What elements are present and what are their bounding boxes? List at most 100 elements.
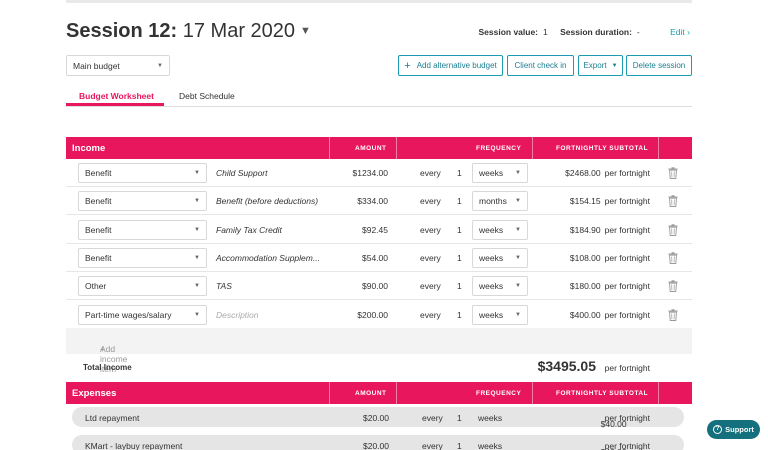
every-label: every	[422, 441, 443, 450]
income-row: Benefit ▼ Accommodation Supplem... $54.00 ev…	[66, 244, 692, 272]
income-title: Income	[72, 143, 106, 154]
expense-row[interactable]: KMart - laybuy repayment $20.00 every 1 week…	[72, 435, 684, 450]
session-value: 1	[543, 27, 548, 37]
income-amount-input[interactable]: $334.00	[357, 196, 388, 206]
income-description-input[interactable]: Description	[216, 310, 259, 320]
frequency-count-input[interactable]: 1	[457, 310, 462, 320]
frequency-value: weeks	[479, 168, 504, 178]
add-alternative-budget-button[interactable]: + Add alternative budget	[398, 55, 503, 76]
income-type-select[interactable]: Benefit ▼	[78, 163, 207, 183]
total-income-row: Total Income $3495.05 per fortnight	[66, 354, 692, 381]
chevron-down-icon: ▼	[194, 311, 200, 318]
expense-row[interactable]: Ltd repayment $20.00 every 1 weeks $40.00 per …	[72, 407, 684, 429]
frequency-column-header: FREQUENCY	[476, 145, 522, 152]
chevron-down-icon: ▼	[515, 311, 521, 318]
frequency-column-header: FREQUENCY	[476, 390, 522, 397]
frequency-value: weeks	[479, 309, 504, 320]
trash-icon[interactable]	[668, 195, 678, 208]
expense-amount: $20.00	[363, 441, 389, 450]
frequency-value: months	[479, 196, 507, 207]
chevron-down-icon[interactable]: ▼	[300, 25, 311, 37]
session-value-label: Session value:	[478, 27, 539, 37]
add-income-item-button[interactable]: + Add income item	[66, 328, 692, 374]
fortnightly-subtotal: $400.00 per fortnight	[570, 310, 650, 320]
income-description-input[interactable]: Child Support	[216, 168, 268, 178]
total-income-period: per fortnight	[604, 363, 650, 373]
every-label: every	[420, 281, 441, 292]
budget-select[interactable]: Main budget ▼	[66, 55, 170, 76]
help-icon: ?	[713, 425, 723, 434]
subtotal-column-header: FORTNIGHTLY SUBTOTAL	[556, 145, 649, 152]
income-amount-input[interactable]: $200.00	[357, 310, 388, 320]
client-check-in-button[interactable]: Client check in	[507, 55, 574, 76]
income-type-select[interactable]: Benefit ▼	[78, 191, 207, 212]
edit-link[interactable]: Edit ›	[670, 27, 690, 37]
income-amount-input[interactable]: $92.45	[362, 225, 388, 235]
fortnightly-subtotal: $40.00per fortnight	[601, 441, 650, 450]
trash-icon[interactable]	[668, 280, 678, 293]
subtotal-amount: $154.15	[569, 196, 601, 207]
subtotal-column-header: FORTNIGHTLY SUBTOTAL	[556, 390, 649, 397]
frequency-count-input[interactable]: 1	[457, 168, 462, 178]
subtotal-amount: $180.00	[569, 281, 601, 292]
tab-budget-worksheet[interactable]: Budget Worksheet	[79, 91, 154, 101]
income-amount-input[interactable]: $1234.00	[353, 168, 388, 178]
budget-select-value: Main budget	[73, 60, 120, 71]
expense-amount: $20.00	[363, 413, 389, 423]
chevron-down-icon: ▼	[515, 170, 521, 176]
income-row: Benefit ▼ Child Support $1234.00 every 1 weeks…	[66, 159, 692, 187]
frequency-value: weeks	[479, 224, 504, 235]
export-button[interactable]: Export ▼	[578, 55, 623, 76]
expenses-header: Expenses AMOUNT FREQUENCY FORTNIGHTLY SU…	[66, 382, 692, 404]
trash-icon[interactable]	[668, 308, 678, 321]
delete-session-button[interactable]: Delete session	[626, 55, 692, 76]
frequency-select[interactable]: weeks ▼	[472, 304, 528, 325]
income-type-select[interactable]: Part-time wages/salary ▼	[78, 304, 207, 325]
frequency-value: weeks	[478, 413, 503, 423]
income-amount-input[interactable]: $54.00	[362, 253, 388, 263]
income-type-value: Benefit	[85, 224, 112, 235]
amount-column-header: AMOUNT	[355, 145, 387, 152]
chevron-down-icon: ▼	[194, 198, 200, 205]
income-type-select[interactable]: Benefit ▼	[78, 247, 207, 268]
subtotal-amount: $184.90	[569, 224, 601, 235]
fortnightly-subtotal: $108.00 per fortnight	[570, 253, 650, 263]
income-type-select[interactable]: Benefit ▼	[78, 219, 207, 240]
subtotal-period: per fortnight	[604, 168, 650, 178]
column-divider	[532, 382, 533, 404]
trash-icon[interactable]	[668, 223, 678, 236]
total-income-label: Total Income	[83, 363, 132, 372]
amount-column-header: AMOUNT	[355, 390, 387, 397]
every-label: every	[420, 309, 441, 320]
subtotal-amount: $40.00	[600, 419, 627, 429]
trash-icon[interactable]	[668, 252, 678, 264]
frequency-count-input[interactable]: 1	[457, 196, 462, 206]
trash-icon[interactable]	[668, 167, 678, 179]
income-description-input[interactable]: Accommodation Supplem...	[216, 253, 320, 263]
frequency-select[interactable]: weeks ▼	[472, 219, 528, 240]
frequency-count: 1	[457, 413, 462, 423]
session-duration: -	[636, 27, 640, 37]
frequency-select[interactable]: weeks ▼	[472, 247, 528, 268]
frequency-value: weeks	[478, 441, 503, 450]
frequency-select[interactable]: weeks ▼	[472, 163, 528, 183]
chevron-down-icon: ▼	[515, 283, 521, 290]
frequency-count-input[interactable]: 1	[457, 225, 462, 235]
income-description-input[interactable]: Benefit (before deductions)	[216, 196, 318, 206]
subtotal-period: per fortnight	[604, 281, 650, 292]
income-description-input[interactable]: Family Tax Credit	[216, 225, 282, 235]
support-button[interactable]: ? Support	[707, 420, 760, 439]
income-type-value: Benefit	[85, 196, 112, 207]
tab-debt-schedule[interactable]: Debt Schedule	[179, 91, 235, 101]
total-income-amount: $3495.05	[537, 358, 596, 374]
income-amount-input[interactable]: $90.00	[362, 281, 388, 291]
tab-bar: Budget Worksheet Debt Schedule	[66, 88, 692, 107]
frequency-count-input[interactable]: 1	[457, 253, 462, 263]
frequency-count-input[interactable]: 1	[457, 281, 462, 291]
chevron-down-icon: ▼	[194, 170, 200, 176]
income-description-input[interactable]: TAS	[216, 281, 232, 291]
frequency-select[interactable]: weeks ▼	[472, 276, 528, 297]
frequency-select[interactable]: months ▼	[472, 191, 528, 212]
page-title[interactable]: Session 12: 17 Mar 2020 ▼	[66, 20, 311, 43]
income-type-select[interactable]: Other ▼	[78, 276, 207, 297]
